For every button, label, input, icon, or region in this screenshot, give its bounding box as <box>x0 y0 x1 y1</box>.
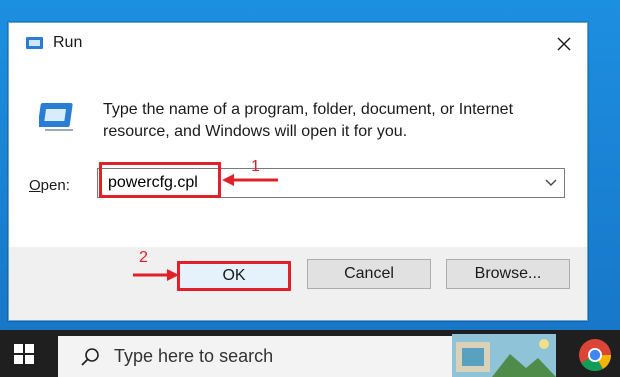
title-bar: Run <box>9 23 587 65</box>
close-icon <box>557 37 571 51</box>
taskbar-landscape-image <box>452 334 556 377</box>
dialog-title: Run <box>53 34 83 51</box>
taskbar: Type here to search <box>0 330 620 377</box>
run-icon <box>39 103 73 131</box>
run-icon <box>26 37 43 49</box>
search-icon <box>81 348 99 366</box>
close-button[interactable] <box>541 23 587 65</box>
open-label: Open: <box>29 177 70 194</box>
annotation-arrow-2 <box>133 269 179 281</box>
annotation-step-2: 2 <box>139 249 148 266</box>
chevron-down-icon[interactable] <box>544 177 558 189</box>
cancel-button[interactable]: Cancel <box>307 259 431 289</box>
dialog-description: Type the name of a program, folder, docu… <box>103 101 514 140</box>
start-button[interactable] <box>0 330 48 377</box>
browse-button[interactable]: Browse... <box>446 259 570 289</box>
annotation-highlight-input <box>99 162 221 198</box>
annotation-arrow-1 <box>222 174 278 186</box>
run-dialog: Run Type the name of a program, folder, … <box>8 22 588 321</box>
dialog-content: Type the name of a program, folder, docu… <box>9 65 587 247</box>
ok-button[interactable]: OK <box>177 261 291 291</box>
chrome-icon[interactable] <box>578 338 612 372</box>
taskbar-search-box[interactable]: Type here to search <box>58 336 454 377</box>
windows-start-icon <box>14 343 34 364</box>
search-placeholder: Type here to search <box>114 346 274 366</box>
